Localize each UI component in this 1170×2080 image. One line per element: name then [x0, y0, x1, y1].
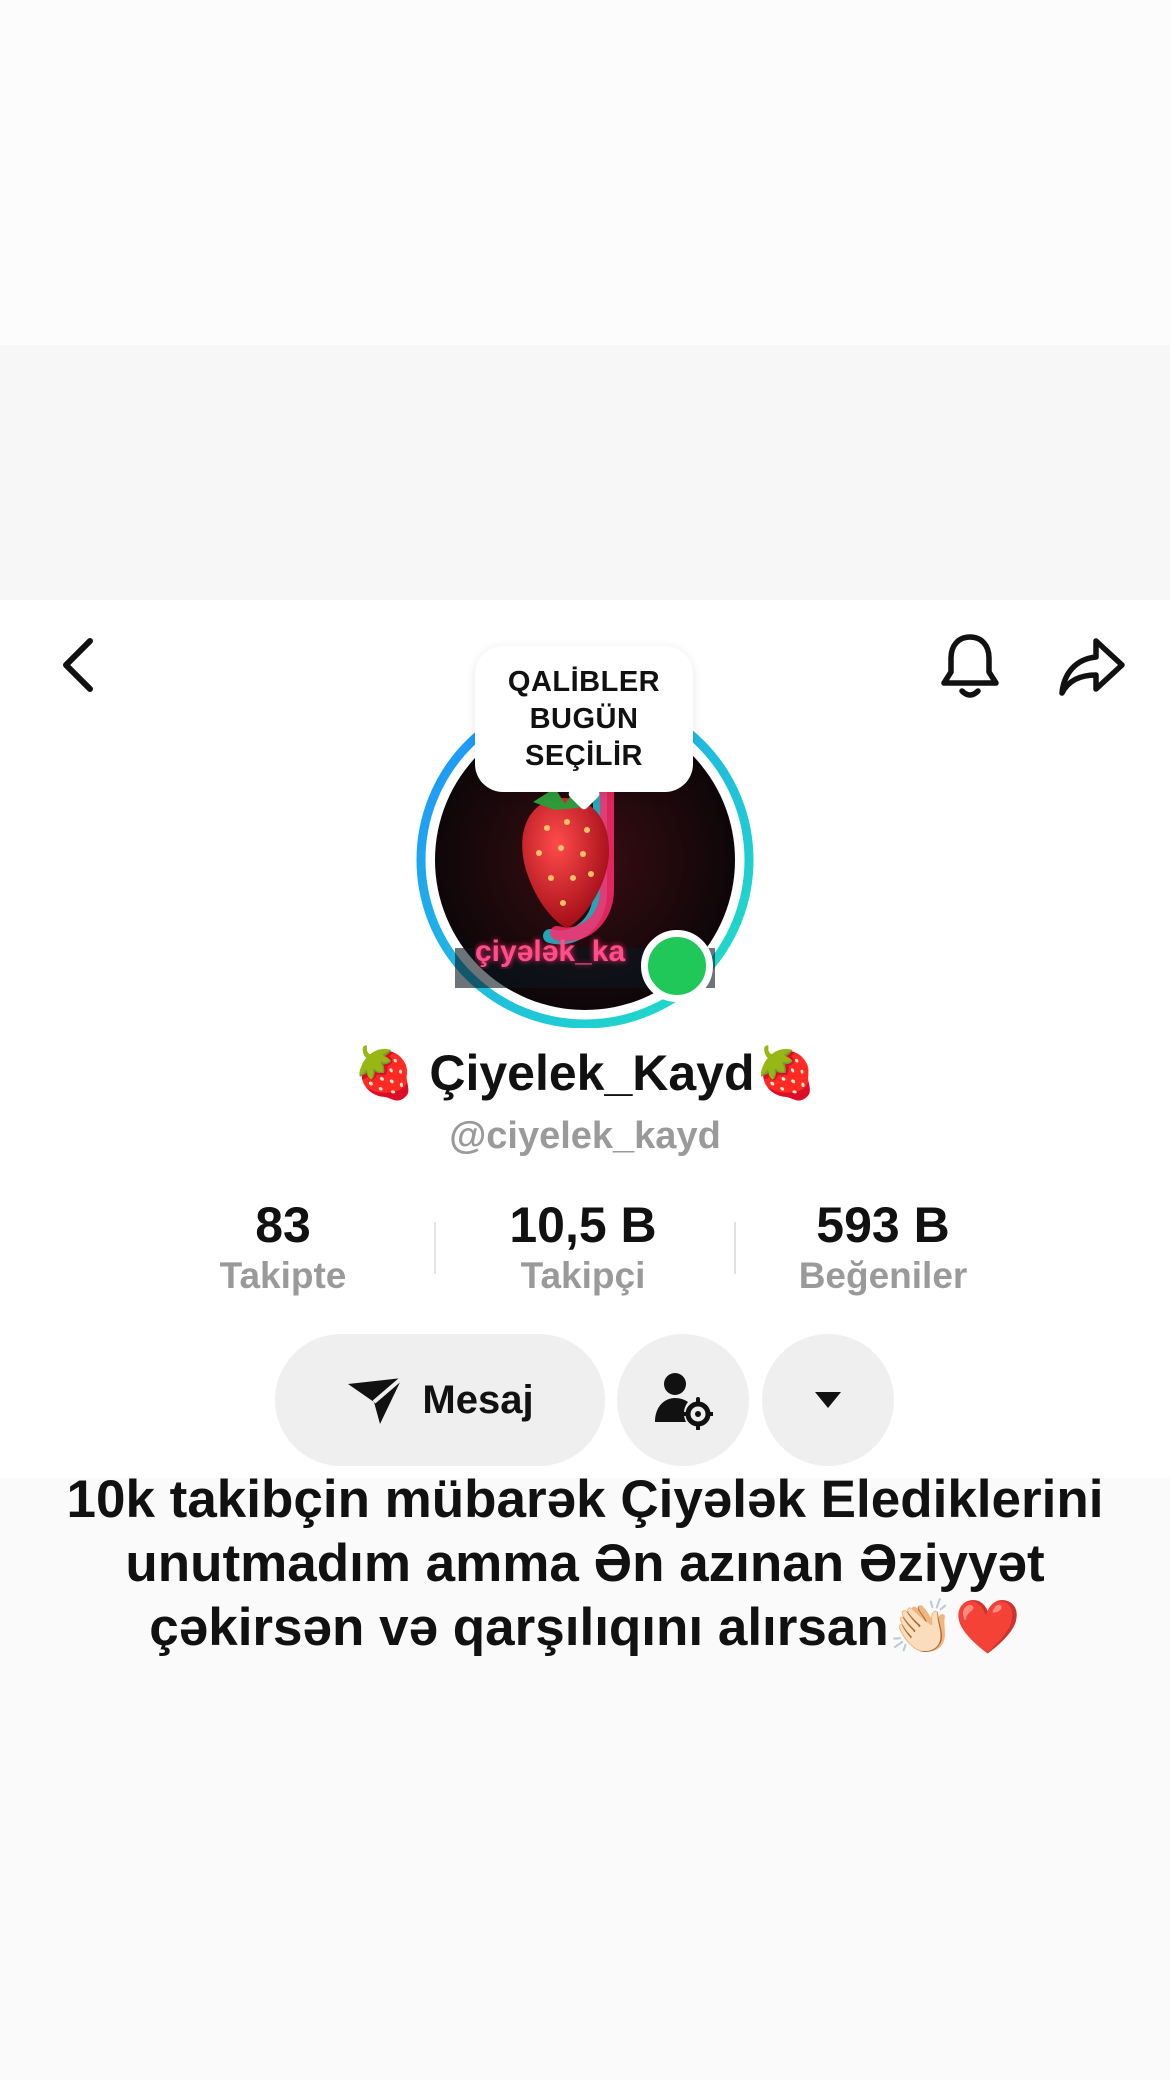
- bubble-line: SEÇİLİR: [525, 739, 643, 772]
- friend-settings-button[interactable]: [617, 1334, 749, 1466]
- notifications-button[interactable]: [935, 628, 1005, 706]
- stat-value: 83: [255, 1197, 311, 1253]
- mid-background: [0, 345, 1170, 600]
- stat-value: 593 B: [816, 1197, 950, 1253]
- bubble-line: BUGÜN: [529, 702, 639, 735]
- stat-label: Takipçi: [520, 1255, 646, 1296]
- share-button[interactable]: [1052, 628, 1132, 706]
- divider: [434, 1222, 436, 1274]
- user-gear-icon: [655, 1373, 713, 1430]
- share-arrow-icon: [1059, 638, 1125, 696]
- top-background: [0, 0, 1170, 345]
- send-icon: [348, 1376, 404, 1424]
- display-name: 🍓 Çiyelek_Kayd🍓: [353, 1045, 817, 1101]
- stat-followers[interactable]: 10,5 B Takipçi: [453, 1195, 713, 1299]
- stat-following[interactable]: 83 Takipte: [153, 1195, 413, 1299]
- stat-value: 10,5 B: [509, 1197, 657, 1253]
- message-button[interactable]: Mesaj: [275, 1334, 605, 1466]
- stat-label: Takipte: [219, 1255, 347, 1296]
- profile-bio: 10k takibçin mübarək Çiyələk Elediklerin…: [66, 1470, 1104, 1657]
- announcement-bubble: QALİBLER BUGÜN SEÇİLİR: [475, 646, 693, 792]
- bell-icon: [941, 634, 999, 698]
- caret-down-icon: [815, 1392, 841, 1408]
- more-options-button[interactable]: [762, 1334, 894, 1466]
- stat-likes[interactable]: 593 B Beğeniler: [753, 1195, 1013, 1299]
- divider: [734, 1222, 736, 1274]
- message-label: Mesaj: [422, 1377, 534, 1422]
- stat-label: Beğeniler: [798, 1255, 968, 1296]
- online-status-dot: [641, 930, 713, 1002]
- chevron-left-icon: [63, 638, 93, 692]
- username-handle: @ciyelek_kayd: [449, 1115, 721, 1157]
- bubble-line: QALİBLER: [507, 665, 661, 698]
- back-button[interactable]: [48, 630, 108, 700]
